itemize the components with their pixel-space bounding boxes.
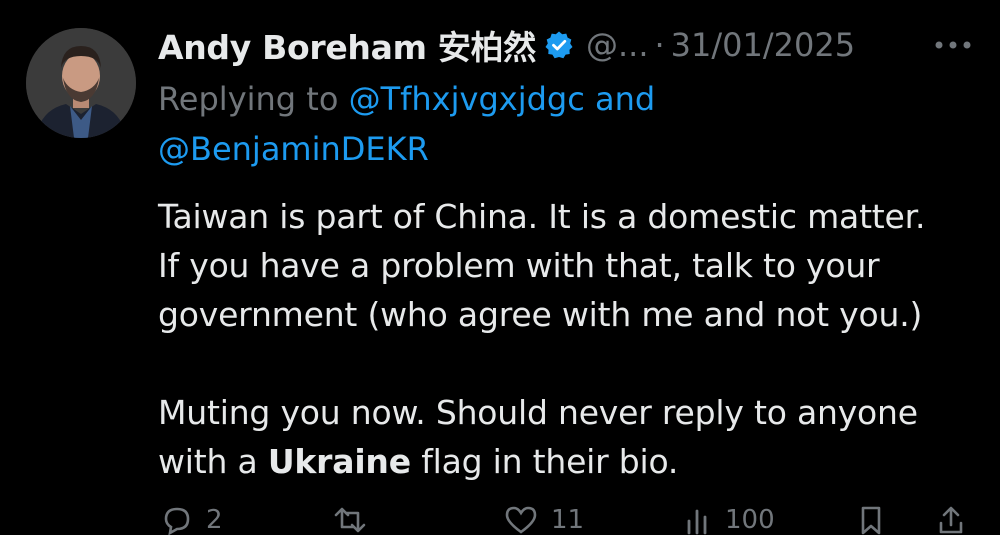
bookmark-icon <box>861 506 881 535</box>
replying-conjunction: and <box>584 80 656 118</box>
author-handle[interactable]: @... <box>586 26 649 64</box>
like-button[interactable]: 11 <box>503 505 584 535</box>
replying-to-prefix: Replying to <box>158 80 349 118</box>
views-button[interactable]: 100 <box>683 505 775 535</box>
share-icon <box>939 506 963 534</box>
header-separator: · <box>654 26 665 64</box>
views-chart-icon <box>687 509 707 535</box>
body-bold-text: Ukraine <box>267 442 411 481</box>
tweet-card[interactable]: Andy Boreham 安柏然 @... · 31/01/2025 Reply… <box>0 0 1000 535</box>
replying-to: Replying to @Tfhxjvgxjdgc and @BenjaminD… <box>158 74 978 174</box>
paragraph-break <box>158 339 988 388</box>
more-horizontal-icon[interactable] <box>930 30 976 60</box>
verified-badge-icon <box>545 31 573 59</box>
repost-icon <box>334 507 366 533</box>
reply-button[interactable]: 2 <box>160 505 223 535</box>
body-line: Taiwan is part of China. It is a domesti… <box>158 197 926 236</box>
reply-count: 2 <box>206 505 223 535</box>
views-count: 100 <box>725 505 775 535</box>
body-line: Muting you now. Should never reply to an… <box>158 393 918 432</box>
mention-link[interactable]: @Tfhxjvgxjdgc <box>349 80 585 118</box>
tweet-header: Andy Boreham 安柏然 @... · 31/01/2025 <box>158 22 855 68</box>
bookmark-button[interactable] <box>856 505 886 535</box>
body-text-span: with a <box>158 442 268 481</box>
avatar[interactable] <box>26 28 136 138</box>
body-line: If you have a problem with that, talk to… <box>158 246 880 285</box>
body-text-span: flag in their bio. <box>410 442 679 481</box>
heart-icon <box>505 506 537 534</box>
profile-photo-icon <box>26 28 136 138</box>
body-line: with a Ukraine flag in their bio. <box>158 437 988 486</box>
body-line: government (who agree with me and not yo… <box>158 295 923 334</box>
repost-button[interactable] <box>330 505 382 535</box>
like-count: 11 <box>551 505 585 535</box>
reply-icon <box>164 507 190 535</box>
tweet-date[interactable]: 31/01/2025 <box>671 26 855 64</box>
share-button[interactable] <box>936 505 966 535</box>
action-bar: 2 11 100 <box>158 505 978 535</box>
author-display-name[interactable]: Andy Boreham 安柏然 <box>158 21 536 69</box>
mention-link[interactable]: @BenjaminDEKR <box>158 130 429 168</box>
tweet-body: Taiwan is part of China. It is a domesti… <box>158 192 988 486</box>
